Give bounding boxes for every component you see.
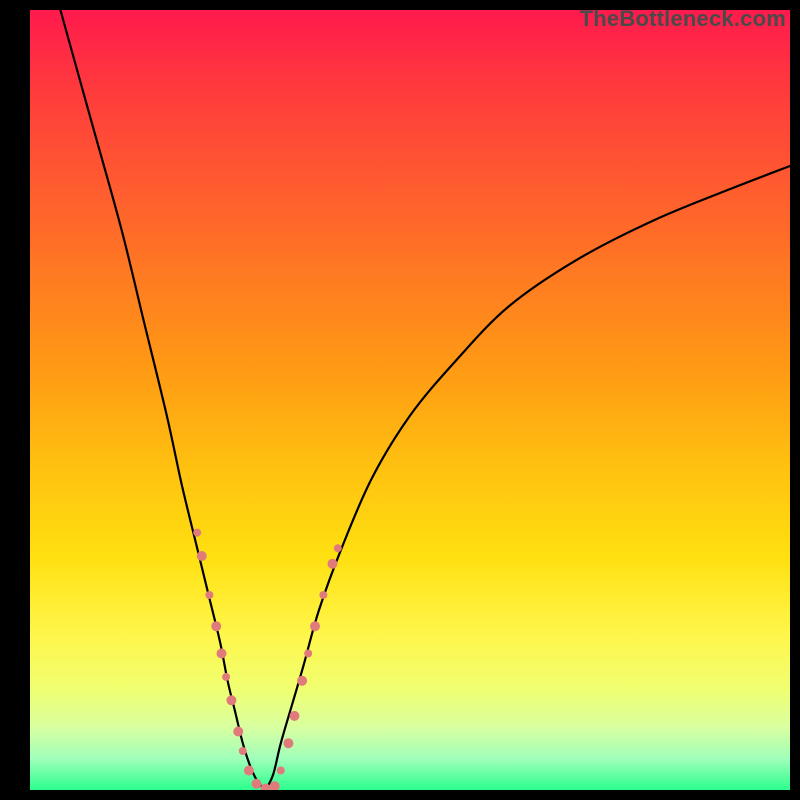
sample-point [289,711,299,721]
sample-point [270,781,280,790]
right-branch-curve [266,166,790,790]
sample-point [297,676,307,686]
sample-point [277,767,285,775]
chart-container: TheBottleneck.com [0,0,800,800]
sample-point [217,649,227,659]
sample-point [319,591,327,599]
sample-point [244,766,254,776]
sample-point [233,727,243,737]
left-branch-curve [60,10,265,790]
sample-point [211,621,221,631]
plot-area [30,10,790,790]
sample-point [222,673,230,681]
sample-point [251,779,261,789]
sample-point [283,738,293,748]
sample-point [327,559,337,569]
sample-point [310,621,320,631]
sample-point [304,650,312,658]
curve-layer [30,10,790,790]
sample-point [193,529,201,537]
sample-points-group [193,529,342,790]
sample-point [226,695,236,705]
sample-point [205,591,213,599]
sample-point [239,747,247,755]
watermark-text: TheBottleneck.com [580,6,786,32]
sample-point [334,544,342,552]
sample-point [197,551,207,561]
